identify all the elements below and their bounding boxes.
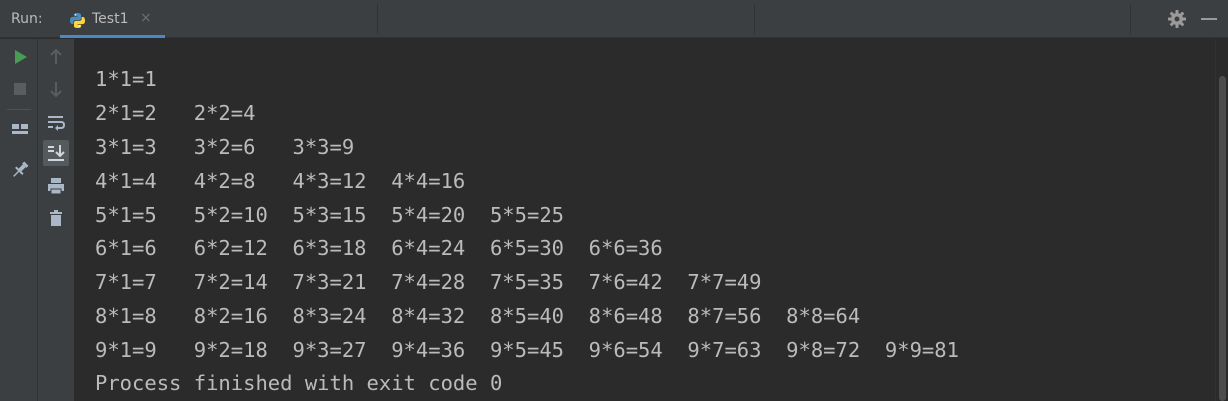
trash-icon[interactable]: [43, 205, 69, 231]
soft-wrap-icon[interactable]: [43, 109, 69, 135]
scroll-to-end-icon: [48, 145, 65, 161]
active-tab-indicator: [60, 35, 165, 38]
output-line: 6*1=6 6*2=12 6*3=18 6*4=24 6*5=30 6*6=36: [95, 236, 663, 260]
toolbar-divider: [7, 109, 31, 110]
scrollbar-thumb[interactable]: [1219, 76, 1226, 401]
print-icon[interactable]: [43, 173, 69, 199]
output-line: 7*1=7 7*2=14 7*3=21 7*4=28 7*5=35 7*6=42…: [95, 270, 762, 294]
header-divider: [754, 4, 755, 34]
up-arrow-icon[interactable]: [43, 44, 69, 70]
output-line: 2*1=2 2*2=4: [95, 101, 256, 125]
scroll-to-end-button[interactable]: [43, 140, 69, 166]
minimize-icon[interactable]: [1201, 18, 1217, 20]
exit-message: Process finished with exit code 0: [95, 371, 503, 395]
play-icon[interactable]: [7, 44, 33, 70]
output-line: 3*1=3 3*2=6 3*3=9: [95, 135, 355, 159]
output-line: 8*1=8 8*2=16 8*3=24 8*4=32 8*5=40 8*6=48…: [95, 304, 861, 328]
layout-icon[interactable]: [7, 116, 33, 142]
output-line: 9*1=9 9*2=18 9*3=27 9*4=36 9*5=45 9*6=54…: [95, 338, 959, 362]
header-divider: [377, 4, 378, 34]
gear-icon[interactable]: [1167, 9, 1187, 29]
pin-icon[interactable]: [7, 157, 33, 183]
header-divider: [1130, 4, 1131, 34]
down-arrow-icon[interactable]: [43, 76, 69, 102]
tab-label: Test1: [92, 11, 129, 27]
close-icon[interactable]: ×: [140, 10, 152, 26]
output-line: 4*1=4 4*2=8 4*3=12 4*4=16: [95, 169, 466, 193]
stop-icon[interactable]: [7, 76, 33, 102]
vertical-scrollbar[interactable]: [1215, 39, 1228, 401]
tab-test1[interactable]: Test1 ×: [60, 0, 165, 38]
run-label: Run:: [11, 11, 43, 27]
console-actions-toolbar: [38, 39, 75, 401]
console-output[interactable]: 1*1=1 2*1=2 2*2=4 3*1=3 3*2=6 3*3=9 4*1=…: [76, 39, 1215, 401]
output-line: 1*1=1: [95, 67, 157, 91]
run-tool-window-header: Run: Test1 ×: [0, 0, 1228, 38]
python-icon: [70, 13, 85, 28]
output-line: 5*1=5 5*2=10 5*3=15 5*4=20 5*5=25: [95, 203, 564, 227]
run-actions-toolbar: [0, 39, 38, 401]
